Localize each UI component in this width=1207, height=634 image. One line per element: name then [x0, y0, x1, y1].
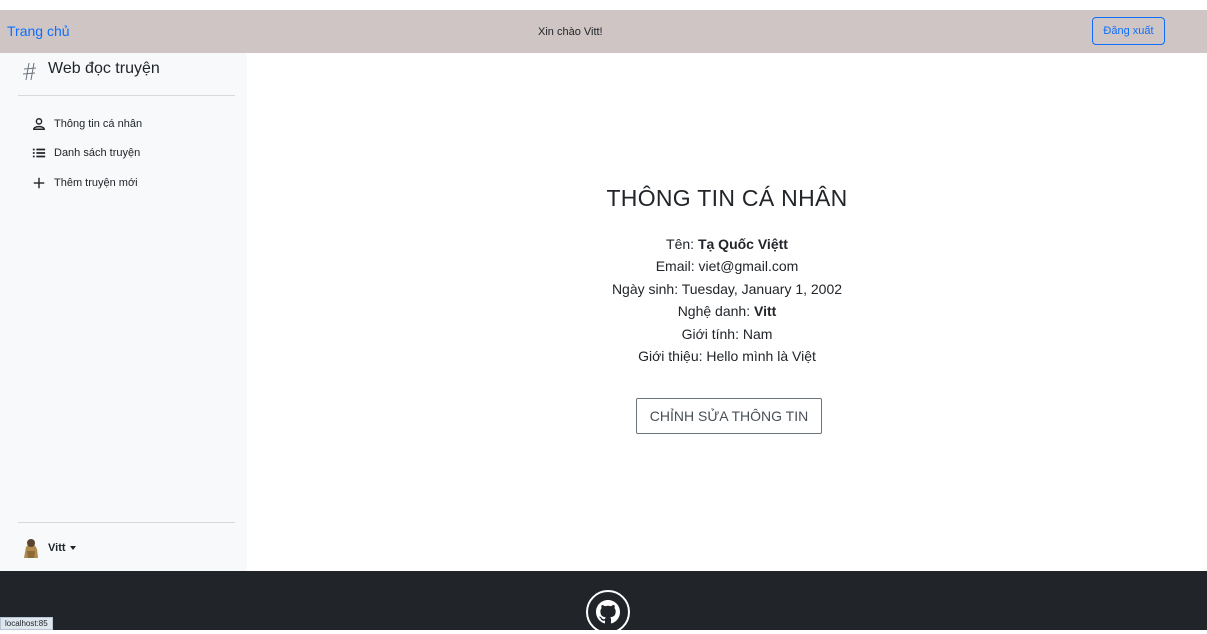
footer [0, 571, 1207, 634]
name-label: Tên: [666, 236, 698, 252]
sidebar: Web đọc truyện Thông tin cá nhân Danh sá… [0, 53, 247, 571]
profile-birthday-line: Ngày sinh: Tuesday, January 1, 2002 [611, 281, 843, 297]
list-icon [32, 148, 46, 158]
sidebar-item-label: Danh sách truyện [54, 147, 141, 159]
github-icon [596, 600, 620, 624]
profile-stage-name-line: Nghệ danh: Vitt [247, 303, 1207, 325]
edit-profile-button[interactable]: CHỈNH SỬA THÔNG TIN [636, 398, 822, 434]
hash-icon [23, 62, 37, 81]
status-bar-url: localhost:85 [0, 617, 53, 630]
user-menu-toggle[interactable]: Vitt [21, 536, 76, 560]
main-content: THÔNG TIN CÁ NHÂN Tên: Tạ Quốc Việtt Ema… [247, 53, 1207, 571]
sidebar-item-story-list[interactable]: Danh sách truyện [32, 144, 140, 162]
sidebar-item-profile[interactable]: Thông tin cá nhân [32, 115, 142, 133]
sidebar-item-label: Thông tin cá nhân [54, 118, 143, 130]
page-title: THÔNG TIN CÁ NHÂN [606, 185, 848, 211]
name-value: Tạ Quốc Việtt [697, 236, 788, 252]
sidebar-divider-bottom [18, 522, 235, 523]
top-strip [0, 0, 1207, 10]
brand-title[interactable]: Web đọc truyện [48, 60, 160, 78]
stage-name-label: Nghệ danh: [677, 303, 754, 319]
profile-gender-line: Giới tính: Nam [681, 326, 773, 342]
home-link[interactable]: Trang chủ [7, 23, 70, 39]
stage-name-value: Vitt [753, 303, 777, 319]
avatar [21, 537, 41, 559]
sidebar-item-label: Thêm truyện mới [54, 177, 138, 189]
user-name: Vitt [48, 542, 66, 554]
person-icon [33, 118, 45, 130]
top-navbar: Trang chủ Xin chào Vitt! Đăng xuất [0, 10, 1207, 53]
logout-button[interactable]: Đăng xuất [1092, 17, 1165, 45]
plus-icon [33, 177, 45, 189]
sidebar-item-add-story[interactable]: Thêm truyện mới [32, 174, 138, 192]
caret-down-icon [69, 546, 76, 550]
profile-intro-line: Giới thiệu: Hello mình là Việt [638, 348, 816, 364]
profile-name-line: Tên: Tạ Quốc Việtt [247, 236, 1207, 258]
profile-email-line: Email: viet@gmail.com [655, 258, 799, 274]
sidebar-divider [18, 95, 235, 96]
greeting-text: Xin chào Vitt! [538, 26, 603, 38]
github-link[interactable] [586, 590, 630, 634]
